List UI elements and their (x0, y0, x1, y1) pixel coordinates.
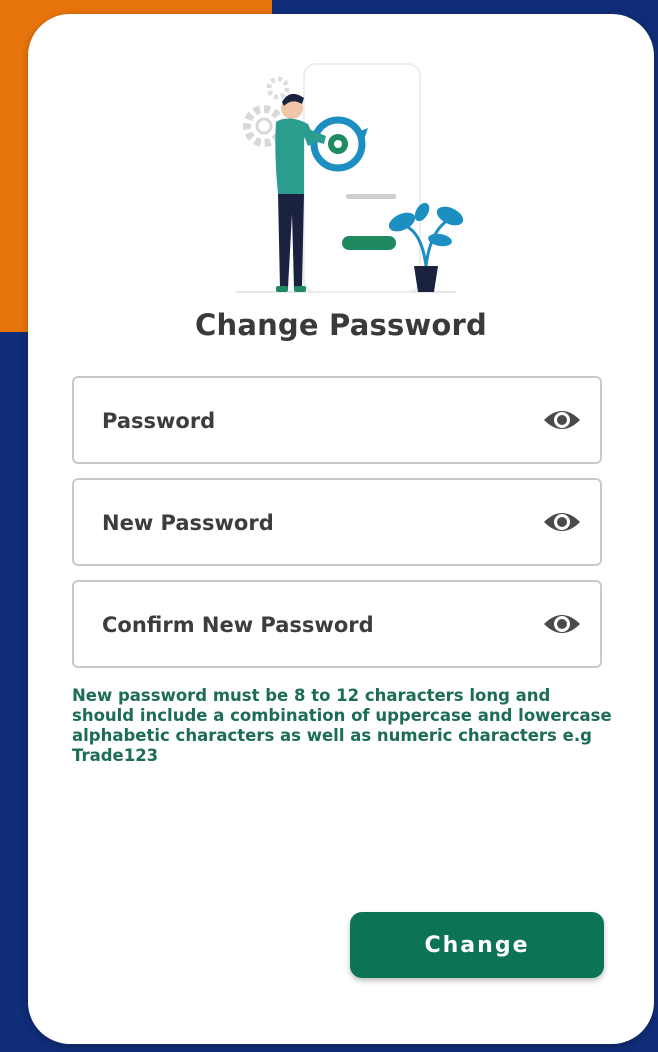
eye-icon[interactable] (542, 404, 582, 436)
confirm-password-field[interactable]: Confirm New Password (72, 580, 602, 668)
eye-icon[interactable] (542, 506, 582, 538)
password-field[interactable]: Password (72, 376, 602, 464)
confirm-password-placeholder: Confirm New Password (102, 613, 374, 637)
password-placeholder: Password (102, 409, 216, 433)
new-password-field[interactable]: New Password (72, 478, 602, 566)
page-title: Change Password (194, 308, 487, 342)
password-requirements-hint: New password must be 8 to 12 characters … (72, 686, 612, 765)
change-password-card: Change Password Password New Password Co… (28, 14, 654, 1044)
eye-icon[interactable] (542, 608, 582, 640)
new-password-placeholder: New Password (102, 511, 274, 535)
change-button[interactable]: Change (350, 912, 604, 978)
settings-illustration (236, 63, 464, 293)
